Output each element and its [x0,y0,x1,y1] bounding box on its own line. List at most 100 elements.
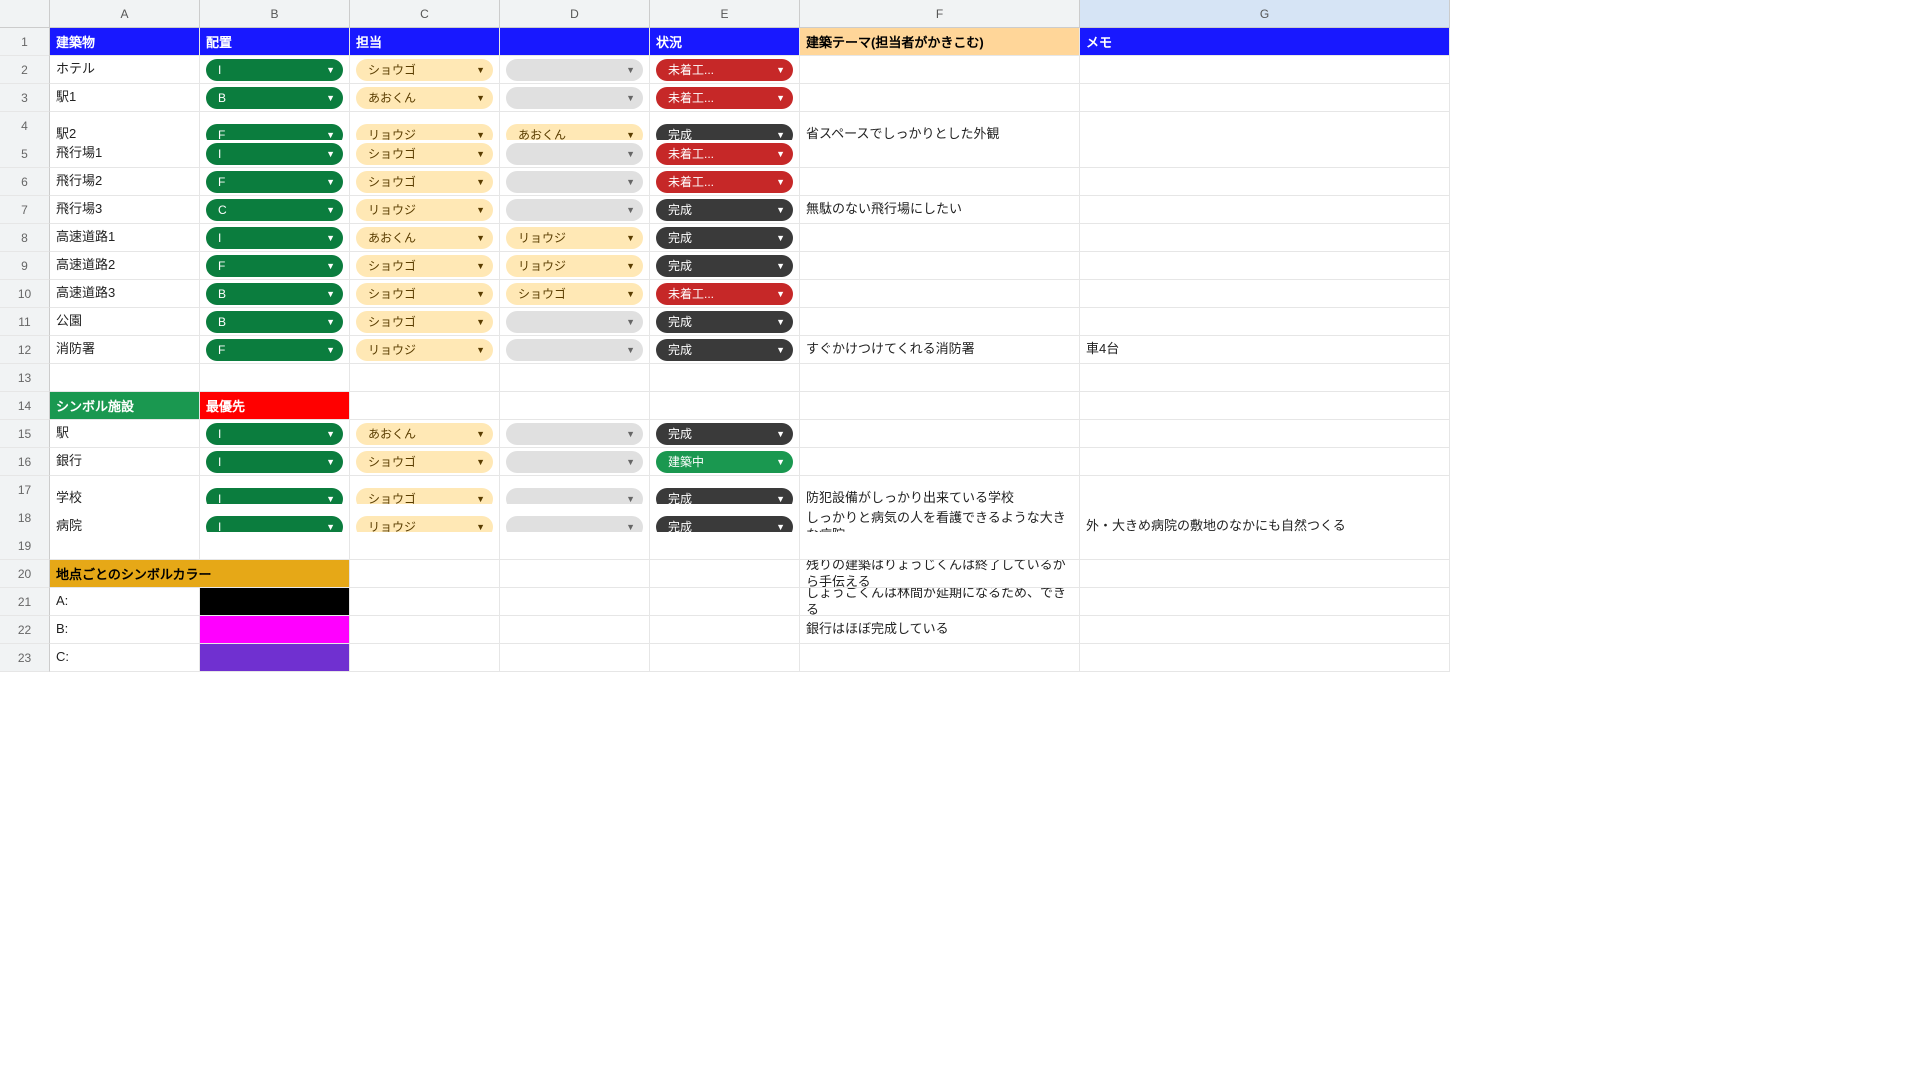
pill-C-6[interactable]: ショウゴ▼ [356,171,493,193]
row-head-13[interactable]: 13 [0,364,50,392]
row-head-16[interactable]: 16 [0,448,50,476]
pill-C-2[interactable]: ショウゴ▼ [356,59,493,81]
cell-22-F[interactable]: 銀行はほぼ完成している [800,616,1080,644]
cell-20-A[interactable]: 地点ごとのシンボルカラー [50,560,350,588]
cell-7-F[interactable]: 無駄のない飛行場にしたい [800,196,1080,224]
pill-E-11[interactable]: 完成▼ [656,311,793,333]
pill-E-6[interactable]: 未着工...▼ [656,171,793,193]
col-head-B[interactable]: B [200,0,350,28]
cell-20-F[interactable]: 残りの建築はりょうじくんは終了しているから手伝える [800,560,1080,588]
pill-E-5[interactable]: 未着工...▼ [656,143,793,165]
pill-B-15[interactable]: I▼ [206,423,343,445]
row-head-15[interactable]: 15 [0,420,50,448]
pill-B-10[interactable]: B▼ [206,283,343,305]
row-head-2[interactable]: 2 [0,56,50,84]
pill-D-5[interactable]: ▼ [506,143,643,165]
pill-C-9[interactable]: ショウゴ▼ [356,255,493,277]
pill-D-6[interactable]: ▼ [506,171,643,193]
header-cell-D[interactable] [500,28,650,56]
pill-D-8[interactable]: リョウジ▼ [506,227,643,249]
cell-5-A[interactable]: 飛行場1 [50,140,200,168]
pill-B-5[interactable]: I▼ [206,143,343,165]
pill-C-10[interactable]: ショウゴ▼ [356,283,493,305]
pill-B-12[interactable]: F▼ [206,339,343,361]
pill-D-3[interactable]: ▼ [506,87,643,109]
row-head-9[interactable]: 9 [0,252,50,280]
pill-B-2[interactable]: I▼ [206,59,343,81]
row-head-3[interactable]: 3 [0,84,50,112]
pill-B-7[interactable]: C▼ [206,199,343,221]
row-head-7[interactable]: 7 [0,196,50,224]
pill-E-3[interactable]: 未着工...▼ [656,87,793,109]
pill-D-11[interactable]: ▼ [506,311,643,333]
cell-21-F[interactable]: しょうごくんは林間が延期になるため、できる [800,588,1080,616]
pill-B-16[interactable]: I▼ [206,451,343,473]
cell-6-A[interactable]: 飛行場2 [50,168,200,196]
row-head-5[interactable]: 5 [0,140,50,168]
pill-E-8[interactable]: 完成▼ [656,227,793,249]
pill-D-2[interactable]: ▼ [506,59,643,81]
row-head-14[interactable]: 14 [0,392,50,420]
row-head-20[interactable]: 20 [0,560,50,588]
pill-C-16[interactable]: ショウゴ▼ [356,451,493,473]
header-cell-F[interactable]: 建築テーマ(担当者がかきこむ) [800,28,1080,56]
pill-C-11[interactable]: ショウゴ▼ [356,311,493,333]
row-head-10[interactable]: 10 [0,280,50,308]
row-head-8[interactable]: 8 [0,224,50,252]
pill-D-10[interactable]: ショウゴ▼ [506,283,643,305]
row-head-22[interactable]: 22 [0,616,50,644]
pill-B-8[interactable]: I▼ [206,227,343,249]
pill-D-9[interactable]: リョウジ▼ [506,255,643,277]
col-head-C[interactable]: C [350,0,500,28]
pill-B-11[interactable]: B▼ [206,311,343,333]
cell-12-G[interactable]: 車4台 [1080,336,1450,364]
pill-C-15[interactable]: あおくん▼ [356,423,493,445]
cell-9-A[interactable]: 高速道路2 [50,252,200,280]
cell-8-A[interactable]: 高速道路1 [50,224,200,252]
pill-C-8[interactable]: あおくん▼ [356,227,493,249]
cell-23-A[interactable]: C: [50,644,200,672]
pill-B-6[interactable]: F▼ [206,171,343,193]
pill-E-10[interactable]: 未着工...▼ [656,283,793,305]
pill-C-5[interactable]: ショウゴ▼ [356,143,493,165]
pill-E-2[interactable]: 未着工...▼ [656,59,793,81]
cell-2-A[interactable]: ホテル [50,56,200,84]
cell-14-A[interactable]: シンボル施設 [50,392,200,420]
row-head-19[interactable]: 19 [0,532,50,560]
col-head-A[interactable]: A [50,0,200,28]
cell-3-A[interactable]: 駅1 [50,84,200,112]
cell-12-F[interactable]: すぐかけつけてくれる消防署 [800,336,1080,364]
pill-E-15[interactable]: 完成▼ [656,423,793,445]
header-cell-B[interactable]: 配置 [200,28,350,56]
header-cell-G[interactable]: メモ [1080,28,1450,56]
pill-D-7[interactable]: ▼ [506,199,643,221]
pill-B-9[interactable]: F▼ [206,255,343,277]
pill-D-12[interactable]: ▼ [506,339,643,361]
col-head-D[interactable]: D [500,0,650,28]
row-head-23[interactable]: 23 [0,644,50,672]
cell-12-A[interactable]: 消防署 [50,336,200,364]
cell-11-A[interactable]: 公園 [50,308,200,336]
cell-10-A[interactable]: 高速道路3 [50,280,200,308]
col-head-E[interactable]: E [650,0,800,28]
cell-15-A[interactable]: 駅 [50,420,200,448]
pill-C-7[interactable]: リョウジ▼ [356,199,493,221]
pill-D-16[interactable]: ▼ [506,451,643,473]
header-cell-E[interactable]: 状況 [650,28,800,56]
cell-22-A[interactable]: B: [50,616,200,644]
row-head-12[interactable]: 12 [0,336,50,364]
cell-21-A[interactable]: A: [50,588,200,616]
pill-C-3[interactable]: あおくん▼ [356,87,493,109]
col-head-G[interactable]: G [1080,0,1450,28]
pill-E-7[interactable]: 完成▼ [656,199,793,221]
cell-14-B[interactable]: 最優先 [200,392,350,420]
cell-7-A[interactable]: 飛行場3 [50,196,200,224]
row-head-11[interactable]: 11 [0,308,50,336]
col-head-F[interactable]: F [800,0,1080,28]
pill-E-12[interactable]: 完成▼ [656,339,793,361]
row-head-1[interactable]: 1 [0,28,50,56]
pill-C-12[interactable]: リョウジ▼ [356,339,493,361]
pill-E-9[interactable]: 完成▼ [656,255,793,277]
pill-E-16[interactable]: 建築中▼ [656,451,793,473]
row-head-21[interactable]: 21 [0,588,50,616]
